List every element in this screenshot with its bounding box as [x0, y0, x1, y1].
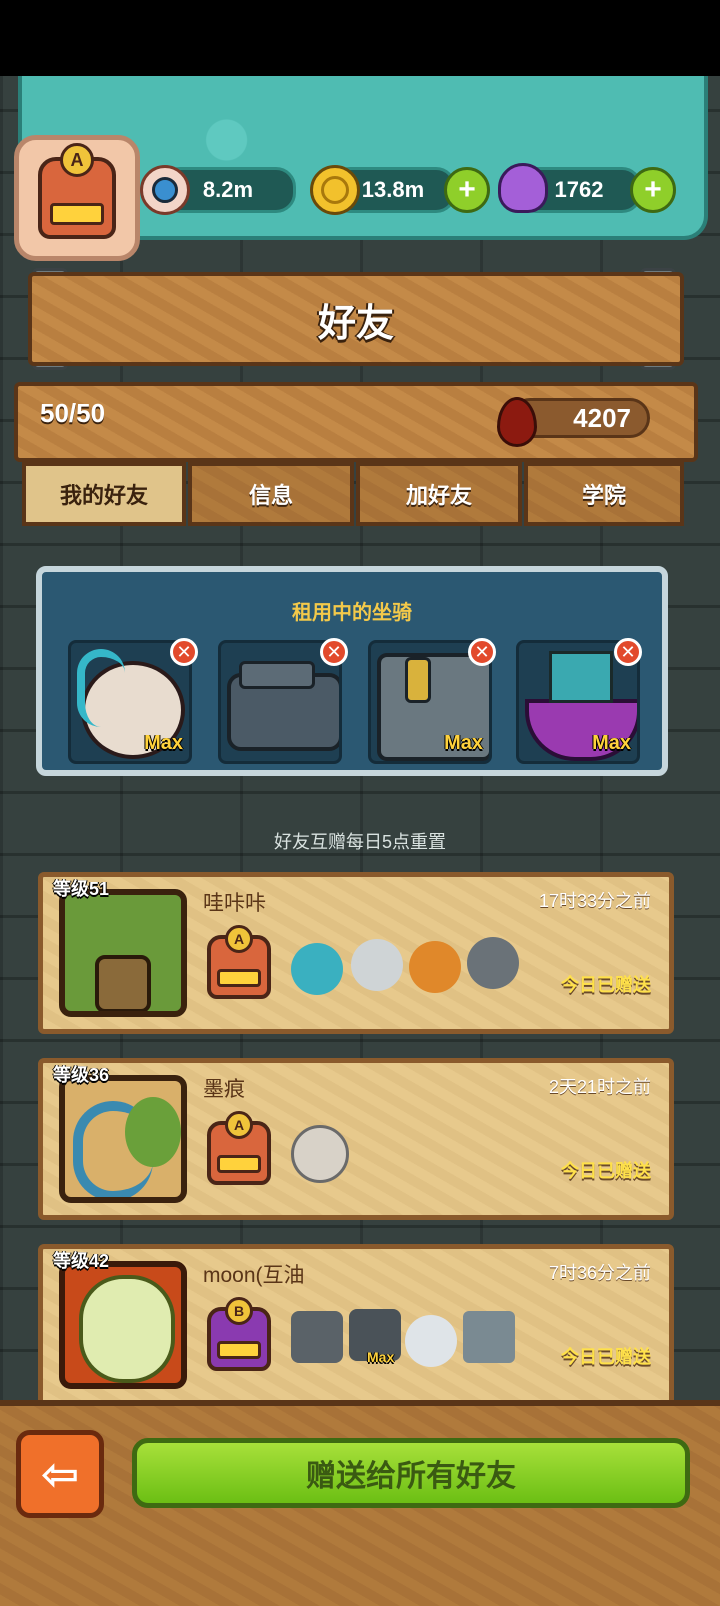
back-button[interactable]: ⇦: [16, 1430, 104, 1518]
friend-mount-cloud-icon: [405, 1315, 457, 1367]
friend-level: 等级36: [53, 1065, 110, 1085]
eyeball-icon: [140, 165, 190, 215]
tab-academy[interactable]: 学院: [524, 462, 684, 526]
potions-value: 1762: [554, 177, 604, 202]
add-coins-button[interactable]: +: [444, 167, 490, 213]
friend-mount-pumpkin-icon: [409, 941, 461, 993]
friend-mount-machine-icon: [463, 1311, 515, 1363]
tab-academy-label: 学院: [581, 483, 626, 508]
eyes-value: 8.2m: [202, 177, 254, 202]
tab-add-friend[interactable]: 加好友: [356, 462, 522, 526]
add-potions-button[interactable]: +: [630, 167, 676, 213]
blood-value: 4207: [573, 402, 631, 433]
friend-name: moon(互油: [203, 1264, 305, 1287]
rank-a-icon: A: [38, 143, 116, 239]
tab-my-friends[interactable]: 我的好友: [22, 462, 186, 526]
arrow-left-icon: ⇦: [40, 1448, 80, 1500]
tab-messages[interactable]: 信息: [188, 462, 354, 526]
tab-add-friend-label: 加好友: [405, 483, 472, 508]
friend-rank-icon: A: [207, 925, 271, 999]
friend-name: 墨痕: [203, 1078, 245, 1101]
coin-icon: [310, 165, 360, 215]
gift-all-button[interactable]: 赠送给所有好友: [132, 1438, 690, 1508]
friend-level: 等级51: [53, 879, 110, 899]
friend-portrait-tree: [59, 889, 187, 1017]
status-bar: [0, 0, 720, 76]
rented-mounts-title: 租用中的坐骑: [292, 602, 412, 624]
gift-all-label: 赠送给所有好友: [306, 1460, 516, 1493]
friend-level: 等级42: [53, 1251, 110, 1271]
friend-last-online: 2天21时之前: [548, 1077, 651, 1097]
remove-mount-4-close-icon[interactable]: ✕: [614, 638, 642, 666]
friend-mount-robot-icon: [467, 937, 519, 989]
friend-name: 哇咔咔: [203, 892, 266, 915]
friend-gift-status: 今日已赠送: [561, 1347, 651, 1367]
friend-portrait-rhino: [59, 1075, 187, 1203]
friend-last-online: 7时36分之前: [548, 1263, 651, 1283]
friend-gift-status: 今日已赠送: [561, 1161, 651, 1181]
friend-card[interactable]: 等级42 moon(互油 7时36分之前 B Max 今日已赠送: [38, 1244, 674, 1406]
remove-mount-3-close-icon[interactable]: ✕: [468, 638, 496, 666]
friend-rank-icon: B: [207, 1297, 271, 1371]
tab-messages-label: 信息: [248, 483, 293, 508]
friend-card[interactable]: 等级36 墨痕 2天21时之前 A 今日已赠送: [38, 1058, 674, 1220]
remove-mount-1-close-icon[interactable]: ✕: [170, 638, 198, 666]
page-title: 好友: [28, 272, 684, 366]
friend-mount-sheep-icon: [351, 939, 403, 991]
remove-mount-2-close-icon[interactable]: ✕: [320, 638, 348, 666]
tab-my-friends-label: 我的好友: [59, 483, 148, 508]
friend-last-online: 17时33分之前: [538, 891, 651, 911]
friend-mount-moon-icon: [291, 1125, 349, 1183]
friend-card[interactable]: 等级51 哇咔咔 17时33分之前 A 今日已赠送: [38, 872, 674, 1034]
reset-note: 好友互赠每日5点重置: [273, 832, 446, 852]
friend-rank-icon: A: [207, 1111, 271, 1185]
friend-mount-fish-icon: [291, 943, 343, 995]
mount-max-label: Max: [444, 732, 483, 754]
friend-gift-status: 今日已赠送: [561, 975, 651, 995]
potion-icon: [498, 163, 548, 213]
friend-mount-tank-icon: [291, 1311, 343, 1363]
mount-max-label: Max: [592, 732, 631, 754]
friend-mount-max-label: Max: [367, 1349, 395, 1365]
friend-portrait-apple: [59, 1261, 187, 1389]
mount-max-label: Max: [144, 732, 183, 754]
coins-value: 13.8m: [361, 177, 425, 202]
friend-count: 50/50: [40, 398, 106, 428]
player-avatar[interactable]: A: [14, 135, 140, 261]
